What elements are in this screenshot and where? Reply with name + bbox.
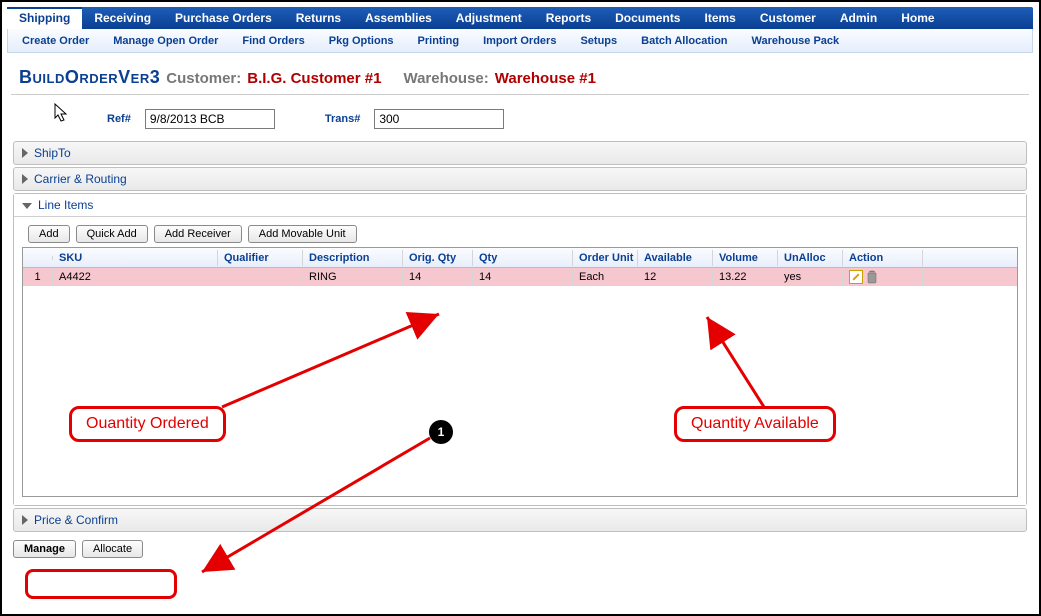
warehouse-label: Warehouse: bbox=[403, 70, 488, 87]
col-num bbox=[23, 256, 53, 260]
cell-order-unit: Each bbox=[573, 269, 638, 285]
chevron-right-icon bbox=[22, 148, 28, 158]
delete-icon[interactable] bbox=[865, 270, 879, 284]
cell-num: 1 bbox=[23, 269, 53, 285]
add-receiver-button[interactable]: Add Receiver bbox=[154, 225, 242, 243]
annotation-badge-1: 1 bbox=[429, 420, 453, 444]
col-volume[interactable]: Volume bbox=[713, 250, 778, 266]
chevron-down-icon bbox=[22, 203, 32, 209]
section-shipto-header[interactable]: ShipTo bbox=[14, 142, 1026, 164]
section-price-confirm-label: Price & Confirm bbox=[34, 513, 118, 527]
trans-input[interactable] bbox=[374, 109, 504, 129]
ref-input[interactable] bbox=[145, 109, 275, 129]
main-nav: Shipping Receiving Purchase Orders Retur… bbox=[7, 7, 1033, 29]
nav-assemblies[interactable]: Assemblies bbox=[353, 7, 444, 29]
col-action: Action bbox=[843, 250, 923, 266]
table-row[interactable]: 1 A4422 RING 14 14 Each 12 13.22 yes bbox=[23, 268, 1017, 286]
ref-label: Ref# bbox=[107, 113, 131, 125]
annotation-qty-ordered: Ouantity Ordered bbox=[69, 406, 226, 442]
sub-nav: Create Order Manage Open Order Find Orde… bbox=[7, 29, 1033, 53]
col-available[interactable]: Available bbox=[638, 250, 713, 266]
col-orig-qty[interactable]: Orig. Qty bbox=[403, 250, 473, 266]
customer-value: B.I.G. Customer #1 bbox=[247, 70, 381, 87]
section-line-items-label: Line Items bbox=[38, 198, 93, 212]
col-description[interactable]: Description bbox=[303, 250, 403, 266]
nav-shipping[interactable]: Shipping bbox=[7, 7, 82, 29]
cell-description: RING bbox=[303, 269, 403, 285]
cell-volume: 13.22 bbox=[713, 269, 778, 285]
add-button[interactable]: Add bbox=[28, 225, 70, 243]
nav-purchase-orders[interactable]: Purchase Orders bbox=[163, 7, 284, 29]
cell-sku: A4422 bbox=[53, 269, 218, 285]
cell-action bbox=[843, 268, 923, 286]
nav-admin[interactable]: Admin bbox=[828, 7, 889, 29]
subnav-pkg-options[interactable]: Pkg Options bbox=[317, 31, 406, 51]
customer-label: Customer: bbox=[166, 70, 241, 87]
col-qualifier[interactable]: Qualifier bbox=[218, 250, 303, 266]
cell-unalloc: yes bbox=[778, 269, 843, 285]
cell-qualifier bbox=[218, 275, 303, 279]
annotation-qty-available: Quantity Available bbox=[674, 406, 836, 442]
page-title: BuildOrderVer3 bbox=[19, 67, 160, 88]
trans-label: Trans# bbox=[325, 113, 360, 125]
nav-documents[interactable]: Documents bbox=[603, 7, 692, 29]
grid-header-row: SKU Qualifier Description Orig. Qty Qty … bbox=[23, 248, 1017, 268]
chevron-right-icon bbox=[22, 515, 28, 525]
section-price-confirm: Price & Confirm bbox=[13, 508, 1027, 532]
section-shipto-label: ShipTo bbox=[34, 146, 71, 160]
order-ids-row: Ref# Trans# bbox=[7, 95, 1033, 139]
section-carrier-header[interactable]: Carrier & Routing bbox=[14, 168, 1026, 190]
allocate-button[interactable]: Allocate bbox=[82, 540, 143, 558]
section-price-confirm-header[interactable]: Price & Confirm bbox=[14, 509, 1026, 531]
section-carrier-label: Carrier & Routing bbox=[34, 172, 127, 186]
cell-qty: 14 bbox=[473, 269, 573, 285]
section-line-items-header[interactable]: Line Items bbox=[14, 194, 1026, 216]
add-movable-unit-button[interactable]: Add Movable Unit bbox=[248, 225, 357, 243]
nav-returns[interactable]: Returns bbox=[284, 7, 353, 29]
col-order-unit[interactable]: Order Unit bbox=[573, 250, 638, 266]
cell-available: 12 bbox=[638, 269, 713, 285]
subnav-setups[interactable]: Setups bbox=[568, 31, 629, 51]
subnav-warehouse-pack[interactable]: Warehouse Pack bbox=[740, 31, 852, 51]
subnav-manage-open-order[interactable]: Manage Open Order bbox=[101, 31, 230, 51]
col-unalloc[interactable]: UnAlloc bbox=[778, 250, 843, 266]
manage-button[interactable]: Manage bbox=[13, 540, 76, 558]
section-line-items: Line Items Add Quick Add Add Receiver Ad… bbox=[13, 193, 1027, 506]
warehouse-value: Warehouse #1 bbox=[495, 70, 596, 87]
col-qty[interactable]: Qty bbox=[473, 250, 573, 266]
section-line-items-body: Add Quick Add Add Receiver Add Movable U… bbox=[14, 216, 1026, 505]
page-header: BuildOrderVer3 Customer: B.I.G. Customer… bbox=[11, 57, 1029, 95]
section-carrier: Carrier & Routing bbox=[13, 167, 1027, 191]
nav-home[interactable]: Home bbox=[889, 7, 946, 29]
subnav-find-orders[interactable]: Find Orders bbox=[230, 31, 316, 51]
annotation-manage-highlight bbox=[25, 569, 177, 599]
subnav-import-orders[interactable]: Import Orders bbox=[471, 31, 568, 51]
quick-add-button[interactable]: Quick Add bbox=[76, 225, 148, 243]
nav-adjustment[interactable]: Adjustment bbox=[444, 7, 534, 29]
col-sku[interactable]: SKU bbox=[53, 250, 218, 266]
line-items-grid: SKU Qualifier Description Orig. Qty Qty … bbox=[22, 247, 1018, 497]
edit-icon[interactable] bbox=[849, 270, 863, 284]
chevron-right-icon bbox=[22, 174, 28, 184]
subnav-batch-allocation[interactable]: Batch Allocation bbox=[629, 31, 739, 51]
nav-customer[interactable]: Customer bbox=[748, 7, 828, 29]
bottom-button-bar: Manage Allocate bbox=[7, 534, 1033, 564]
cell-orig-qty: 14 bbox=[403, 269, 473, 285]
subnav-create-order[interactable]: Create Order bbox=[10, 31, 101, 51]
nav-receiving[interactable]: Receiving bbox=[82, 7, 163, 29]
subnav-printing[interactable]: Printing bbox=[406, 31, 472, 51]
section-shipto: ShipTo bbox=[13, 141, 1027, 165]
nav-items[interactable]: Items bbox=[692, 7, 747, 29]
nav-reports[interactable]: Reports bbox=[534, 7, 603, 29]
